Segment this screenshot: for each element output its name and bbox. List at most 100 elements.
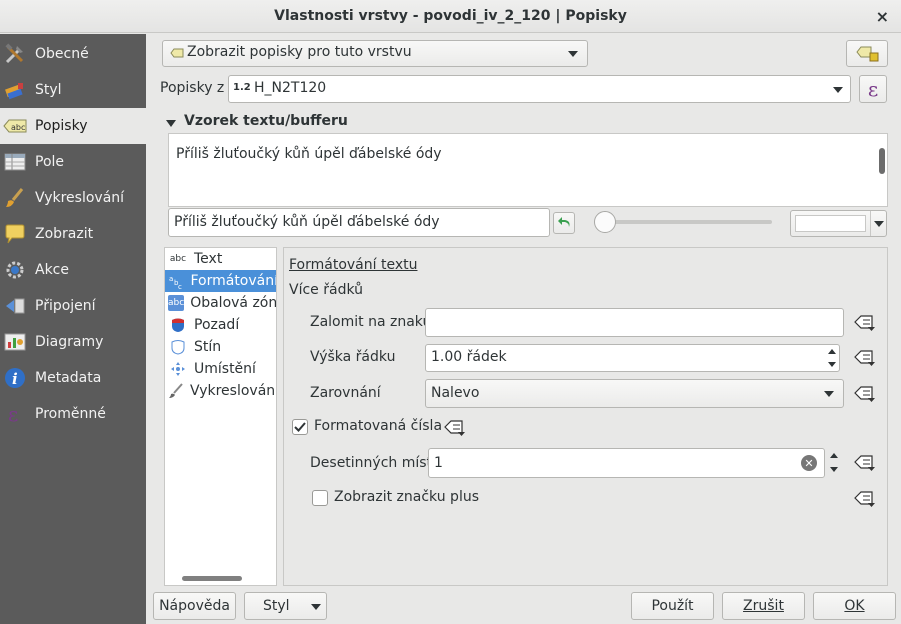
data-defined-override-icon[interactable] xyxy=(854,490,876,508)
tab-background[interactable]: Pozadí xyxy=(165,314,276,336)
svg-text:abc: abc xyxy=(11,123,25,132)
line-height-stepper[interactable] xyxy=(825,344,841,374)
sidebar-item-label: Obecné xyxy=(35,46,89,62)
svg-text:i: i xyxy=(12,370,18,388)
background-color-button[interactable] xyxy=(790,210,887,237)
tab-label: Stín xyxy=(194,339,222,355)
brush-icon xyxy=(168,383,184,399)
data-defined-override-icon[interactable] xyxy=(854,454,876,472)
expression-button[interactable]: ε xyxy=(859,75,887,103)
label-field-combo[interactable]: 1.2 H_N2T120 xyxy=(228,75,851,103)
multiline-title: Více řádků xyxy=(289,282,363,298)
sample-text-input[interactable]: Příliš žluťoučký kůň úpěl ďábelské ódy xyxy=(168,208,550,237)
shadow-icon xyxy=(168,339,188,355)
data-defined-override-icon[interactable] xyxy=(854,349,876,367)
sample-text-value: Příliš žluťoučký kůň úpěl ďábelské ódy xyxy=(174,214,440,230)
style-button-label: Styl xyxy=(263,598,290,614)
sidebar-item-fields[interactable]: Pole xyxy=(0,144,146,180)
wrap-character-input[interactable] xyxy=(425,308,844,337)
label-mode-combo[interactable]: Zobrazit popisky pro tuto vrstvu xyxy=(162,40,588,67)
sidebar-item-label: Metadata xyxy=(35,370,102,386)
spin-up-icon xyxy=(828,349,836,354)
apply-button[interactable]: Použít xyxy=(631,592,714,620)
list-scrollbar[interactable] xyxy=(182,576,242,581)
abc-small-icon xyxy=(170,47,184,63)
svg-text:a: a xyxy=(169,275,173,283)
sidebar-item-style[interactable]: Styl xyxy=(0,72,146,108)
tab-rendering[interactable]: Vykreslování xyxy=(165,380,277,402)
window-title: Vlastnosti vrstvy - povodi_iv_2_120 | Po… xyxy=(274,8,627,24)
tab-formatting[interactable]: abc Formátování xyxy=(165,270,277,292)
title-bar: Vlastnosti vrstvy - povodi_iv_2_120 | Po… xyxy=(0,0,901,33)
style-menu-button[interactable]: Styl xyxy=(244,592,327,620)
help-button[interactable]: Nápověda xyxy=(153,592,236,620)
tab-shadow[interactable]: Stín xyxy=(165,336,276,358)
checkmark-icon xyxy=(294,422,306,432)
formatted-numbers-checkbox[interactable] xyxy=(292,419,308,435)
abc-rules-icon xyxy=(856,45,880,67)
data-defined-override-icon[interactable] xyxy=(854,385,876,403)
speech-bubble-icon xyxy=(3,222,27,246)
show-plus-checkbox[interactable] xyxy=(312,490,328,506)
sidebar-item-label: Zobrazit xyxy=(35,226,94,242)
sidebar-item-diagrams[interactable]: Diagramy xyxy=(0,324,146,360)
wrap-label: Zalomit na znaku xyxy=(310,314,432,330)
line-height-value: 1.00 řádek xyxy=(431,349,507,365)
divider xyxy=(870,211,871,236)
chevron-down-icon xyxy=(833,87,843,93)
svg-text:ε: ε xyxy=(8,403,18,425)
tab-placement[interactable]: Umístění xyxy=(165,358,276,380)
sidebar-item-label: Styl xyxy=(35,82,62,98)
color-swatch xyxy=(795,215,866,232)
sidebar-item-label: Vykreslování xyxy=(35,190,125,206)
formatted-numbers-label: Formatovaná čísla xyxy=(314,418,443,434)
cancel-button[interactable]: Zrušit xyxy=(722,592,805,620)
sample-section-title: Vzorek textu/bufferu xyxy=(184,113,348,129)
spin-down-icon xyxy=(828,362,836,367)
zoom-slider-handle[interactable] xyxy=(594,211,616,233)
tab-buffer[interactable]: abc Obalová zóna xyxy=(165,292,276,314)
line-height-label: Výška řádku xyxy=(310,349,396,365)
chevron-down-icon xyxy=(874,221,884,227)
sidebar-item-labels[interactable]: abc Popisky xyxy=(0,108,146,144)
table-icon xyxy=(3,150,27,174)
labels-from-label: Popisky z xyxy=(160,80,225,96)
undo-icon xyxy=(557,215,573,235)
sidebar-item-joins[interactable]: Připojení xyxy=(0,288,146,324)
close-icon[interactable]: × xyxy=(876,7,889,26)
chevron-down-icon xyxy=(824,391,834,397)
info-icon: i xyxy=(3,366,27,390)
sidebar-item-metadata[interactable]: i Metadata xyxy=(0,360,146,396)
decimals-input[interactable]: 1 ✕ xyxy=(428,448,825,478)
collapse-triangle-icon[interactable] xyxy=(165,116,177,132)
sidebar-item-rendering[interactable]: Vykreslování xyxy=(0,180,146,216)
data-defined-override-icon[interactable] xyxy=(444,419,466,437)
tab-text[interactable]: abc Text xyxy=(165,248,276,270)
join-icon xyxy=(3,294,27,318)
sidebar-item-display[interactable]: Zobrazit xyxy=(0,216,146,252)
sidebar-item-label: Připojení xyxy=(35,298,96,314)
tab-label: Formátování xyxy=(190,273,277,289)
formatting-title: Formátování textu xyxy=(289,257,418,273)
alignment-label: Zarovnání xyxy=(310,385,381,401)
data-defined-override-icon[interactable] xyxy=(854,314,876,332)
rule-based-labeling-button[interactable] xyxy=(846,40,888,67)
line-height-input[interactable]: 1.00 řádek xyxy=(425,344,840,372)
ok-button[interactable]: OK xyxy=(813,592,896,620)
sidebar-item-general[interactable]: Obecné xyxy=(0,36,146,72)
sidebar-item-actions[interactable]: Akce xyxy=(0,252,146,288)
decimals-stepper[interactable] xyxy=(827,448,843,478)
sidebar-item-label: Popisky xyxy=(35,118,88,134)
reset-sample-button[interactable] xyxy=(553,212,575,234)
preview-scrollbar[interactable] xyxy=(879,148,885,174)
label-mode-value: Zobrazit popisky pro tuto vrstvu xyxy=(187,44,412,60)
settings-tab-list: abc Text abc Formátování abc Obalová zón… xyxy=(164,247,277,586)
clear-icon[interactable]: ✕ xyxy=(801,455,817,471)
sidebar-item-label: Akce xyxy=(35,262,69,278)
tab-label: Vykreslování xyxy=(190,383,277,399)
show-plus-label: Zobrazit značku plus xyxy=(334,489,479,505)
sidebar-item-variables[interactable]: ε Proměnné xyxy=(0,396,146,432)
zoom-slider-track[interactable] xyxy=(596,220,772,224)
alignment-combo[interactable]: Nalevo xyxy=(425,379,844,408)
brush-icon xyxy=(3,186,27,210)
